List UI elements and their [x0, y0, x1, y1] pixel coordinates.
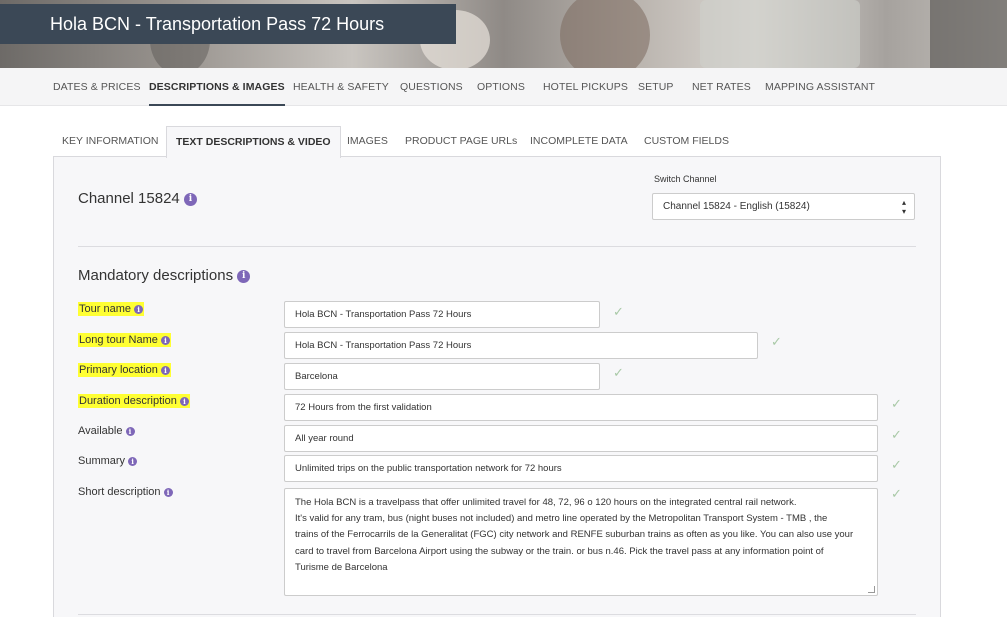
field-label-available: Available i [78, 425, 135, 437]
nav-mapping-assistant[interactable]: MAPPING ASSISTANT [765, 68, 875, 106]
info-icon[interactable]: i [237, 269, 251, 283]
info-icon[interactable]: i [125, 426, 135, 436]
channel-select-value: Channel 15824 - English (15824) [663, 201, 810, 212]
divider [78, 246, 916, 247]
label-text: Tour name [79, 303, 131, 315]
tab-text-descriptions-video[interactable]: TEXT DESCRIPTIONS & VIDEO [166, 126, 341, 158]
label-text: Short description [78, 486, 161, 498]
field-label-long-tour-name: Long tour Name i [78, 333, 171, 347]
info-icon[interactable]: i [160, 365, 170, 375]
field-label-duration-description: Duration description i [78, 394, 190, 408]
page-title: Hola BCN - Transportation Pass 72 Hours [0, 4, 456, 44]
checkmark-icon: ✓ [891, 486, 902, 501]
field-label-summary: Summary i [78, 455, 138, 467]
channel-title: Channel 15824 [78, 190, 180, 207]
textarea-line: Turisme de Barcelona [295, 561, 388, 573]
section-title: Mandatory descriptions [78, 267, 234, 284]
checkmark-icon: ✓ [771, 334, 782, 349]
label-text: Long tour Name [79, 334, 158, 346]
checkmark-icon: ✓ [891, 457, 902, 472]
duration-description-input[interactable]: 72 Hours from the first validation [284, 394, 878, 421]
section-heading: Mandatory descriptions i [78, 267, 251, 284]
field-label-short-description: Short description i [78, 486, 173, 498]
short-description-textarea[interactable]: The Hola BCN is a travelpass that offer … [284, 488, 878, 596]
field-label-primary-location: Primary location i [78, 363, 171, 377]
top-navigation: DATES & PRICES DESCRIPTIONS & IMAGES HEA… [0, 68, 1007, 106]
tab-incomplete-data[interactable]: INCOMPLETE DATA [530, 126, 628, 157]
label-text: Duration description [79, 395, 177, 407]
channel-heading: Channel 15824 i [78, 190, 197, 207]
tab-product-page-urls[interactable]: PRODUCT PAGE URLs [405, 126, 517, 157]
summary-input[interactable]: Unlimited trips on the public transporta… [284, 455, 878, 482]
textarea-line: It's valid for any tram, bus (night buse… [295, 513, 828, 525]
nav-dates-prices[interactable]: DATES & PRICES [53, 68, 141, 106]
nav-questions[interactable]: QUESTIONS [400, 68, 463, 106]
divider [78, 614, 916, 615]
tour-name-input[interactable]: Hola BCN - Transportation Pass 72 Hours [284, 301, 600, 328]
checkmark-icon: ✓ [891, 427, 902, 442]
checkmark-icon: ✓ [891, 396, 902, 411]
nav-setup[interactable]: SETUP [638, 68, 674, 106]
info-icon[interactable]: i [160, 335, 170, 345]
primary-location-input[interactable]: Barcelona [284, 363, 600, 390]
available-input[interactable]: All year round [284, 425, 878, 452]
hero-photo-shape [560, 0, 650, 68]
nav-health-safety[interactable]: HEALTH & SAFETY [293, 68, 389, 106]
tab-images[interactable]: IMAGES [347, 126, 388, 157]
tab-key-information[interactable]: KEY INFORMATION [62, 126, 158, 157]
label-text: Available [78, 425, 123, 437]
info-icon[interactable]: i [163, 487, 173, 497]
field-label-tour-name: Tour name i [78, 302, 145, 316]
info-icon[interactable]: i [183, 192, 197, 206]
nav-hotel-pickups[interactable]: HOTEL PICKUPS [543, 68, 628, 106]
textarea-line: card to travel from Barcelona Airport us… [295, 545, 824, 557]
label-text: Primary location [79, 364, 158, 376]
nav-net-rates[interactable]: NET RATES [692, 68, 751, 106]
resize-handle[interactable] [868, 586, 875, 593]
textarea-line: The Hola BCN is a travelpass that offer … [295, 497, 797, 508]
select-arrows-icon: ▴ ▾ [901, 198, 906, 216]
nav-options[interactable]: OPTIONS [477, 68, 525, 106]
hero-banner: Hola BCN - Transportation Pass 72 Hours [0, 0, 1007, 68]
hero-photo-shape [930, 0, 1007, 68]
switch-channel-label: Switch Channel [654, 174, 717, 184]
channel-select[interactable]: Channel 15824 - English (15824) ▴ ▾ [652, 193, 915, 220]
checkmark-icon: ✓ [613, 365, 624, 380]
nav-descriptions-images[interactable]: DESCRIPTIONS & IMAGES [149, 68, 285, 106]
tab-custom-fields[interactable]: CUSTOM FIELDS [644, 126, 729, 157]
checkmark-icon: ✓ [613, 304, 624, 319]
hero-photo-shape [700, 0, 860, 68]
info-icon[interactable]: i [134, 304, 144, 314]
info-icon[interactable]: i [179, 396, 189, 406]
label-text: Summary [78, 455, 126, 467]
textarea-line: trains of the Ferrocarrils de la General… [295, 529, 854, 541]
sub-tabs: KEY INFORMATION TEXT DESCRIPTIONS & VIDE… [53, 126, 941, 158]
long-tour-name-input[interactable]: Hola BCN - Transportation Pass 72 Hours [284, 332, 758, 359]
info-icon[interactable]: i [128, 456, 138, 466]
